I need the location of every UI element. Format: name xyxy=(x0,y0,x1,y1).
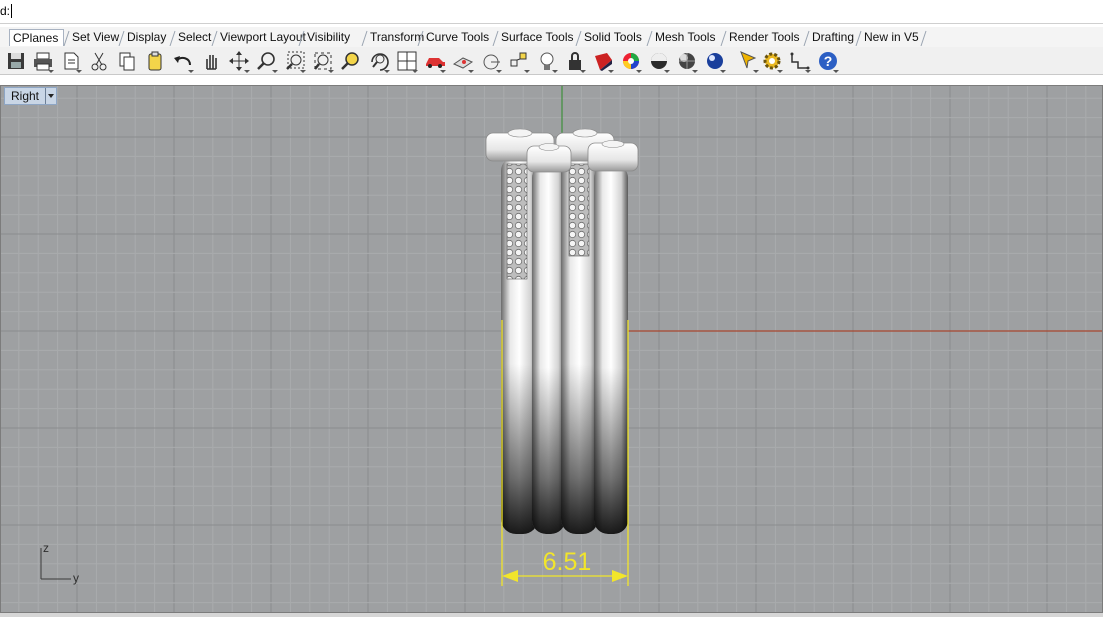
render-sphere-icon[interactable] xyxy=(675,49,699,73)
pointer-icon[interactable] xyxy=(736,49,760,73)
zoom-extents-icon[interactable] xyxy=(311,49,335,73)
lock-icon[interactable] xyxy=(563,49,587,73)
viewport-name: Right xyxy=(11,89,40,103)
status-strip xyxy=(0,613,1103,617)
car-icon[interactable] xyxy=(423,49,447,73)
settings-gear-icon[interactable] xyxy=(760,49,784,73)
viewport-menu-arrow-icon[interactable] xyxy=(45,88,56,104)
tab-mesh-tools[interactable]: Mesh Tools xyxy=(652,29,721,46)
zoom-selected-icon[interactable] xyxy=(339,49,363,73)
pave-stones-1 xyxy=(506,163,528,280)
light-bulb-icon[interactable] xyxy=(535,49,559,73)
tab-new-in-v5[interactable]: New in V5 xyxy=(861,29,921,46)
copy-icon[interactable] xyxy=(115,49,139,73)
layer-cplane-icon[interactable] xyxy=(451,49,475,73)
zoom-window-icon[interactable] xyxy=(283,49,307,73)
rotate-camera-icon[interactable] xyxy=(367,49,391,73)
tab-render-tools[interactable]: Render Tools xyxy=(726,29,804,46)
z-axis-label: z xyxy=(43,541,49,555)
viewport-canvas[interactable]: 6.51 z y xyxy=(1,86,1103,613)
rotate-view-icon[interactable] xyxy=(227,49,251,73)
pave-stones-2 xyxy=(568,163,590,257)
tab-visibility[interactable]: Visibility xyxy=(304,29,362,46)
circle-snap-icon[interactable] xyxy=(479,49,503,73)
four-viewports-icon[interactable] xyxy=(395,49,419,73)
dimension-label: 6.51 xyxy=(543,548,592,576)
text-cursor xyxy=(11,4,12,18)
tab-solid-tools[interactable]: Solid Tools xyxy=(581,29,647,46)
object-snap-icon[interactable] xyxy=(507,49,531,73)
right-viewport[interactable]: 6.51 z y Right xyxy=(0,85,1103,613)
toolbar-tab-strip: CPlanes Set View Display Select Viewport Lay… xyxy=(0,27,1103,47)
tab-curve-tools[interactable]: Curve Tools xyxy=(423,29,493,46)
import-icon[interactable] xyxy=(59,49,83,73)
tab-drafting[interactable]: Drafting xyxy=(809,29,856,46)
pan-icon[interactable] xyxy=(199,49,223,73)
tab-transform[interactable]: Transform xyxy=(367,29,424,46)
color-wheel-icon[interactable] xyxy=(619,49,643,73)
standard-toolbar: ? xyxy=(0,47,1103,75)
help-icon[interactable]: ? xyxy=(816,49,840,73)
material-icon[interactable] xyxy=(591,49,615,73)
zoom-icon[interactable] xyxy=(255,49,279,73)
command-prompt: d: xyxy=(0,4,11,18)
tab-viewport-layout[interactable]: Viewport Layout xyxy=(217,29,306,46)
tab-separator xyxy=(920,29,927,46)
cut-icon[interactable] xyxy=(87,49,111,73)
shaded-sphere-icon[interactable] xyxy=(647,49,671,73)
tab-display[interactable]: Display xyxy=(124,29,170,46)
paste-icon[interactable] xyxy=(143,49,167,73)
tab-surface-tools[interactable]: Surface Tools xyxy=(498,29,576,46)
viewport-title-tab[interactable]: Right xyxy=(4,87,58,105)
tab-cplanes[interactable]: CPlanes xyxy=(9,29,64,46)
svg-text:?: ? xyxy=(824,53,833,69)
ring-model xyxy=(485,128,639,534)
command-line[interactable]: d: xyxy=(0,0,1103,24)
glossy-sphere-icon[interactable] xyxy=(703,49,727,73)
dimension-tool-icon[interactable] xyxy=(788,49,812,73)
tab-set-view[interactable]: Set View xyxy=(69,29,119,46)
save-icon[interactable] xyxy=(4,49,28,73)
print-icon[interactable] xyxy=(31,49,55,73)
y-axis-label: y xyxy=(73,571,79,585)
tab-select[interactable]: Select xyxy=(175,29,212,46)
undo-icon[interactable] xyxy=(171,49,195,73)
